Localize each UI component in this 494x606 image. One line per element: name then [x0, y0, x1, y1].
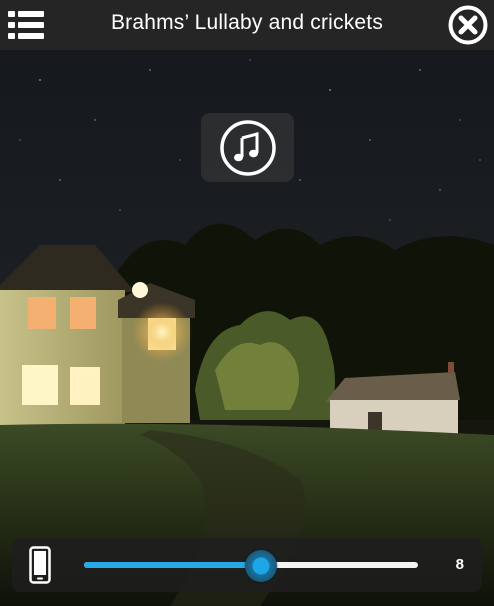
background-night-house-image	[0, 0, 494, 606]
volume-slider[interactable]	[84, 550, 418, 582]
track-title: Brahms’ Lullaby and crickets	[110, 11, 384, 34]
volume-slider-fill	[84, 562, 262, 568]
header-bar: Brahms’ Lullaby and crickets	[0, 0, 494, 50]
close-button[interactable]	[448, 5, 488, 45]
music-toggle-button[interactable]	[201, 113, 294, 182]
close-circle-icon	[448, 5, 488, 45]
music-note-icon	[220, 120, 276, 176]
volume-slider-thumb[interactable]	[245, 550, 278, 582]
menu-button[interactable]	[8, 10, 44, 40]
volume-panel: 8	[12, 538, 482, 592]
phone-icon	[29, 546, 51, 584]
volume-value: 8	[455, 556, 464, 573]
list-menu-icon	[8, 11, 44, 39]
